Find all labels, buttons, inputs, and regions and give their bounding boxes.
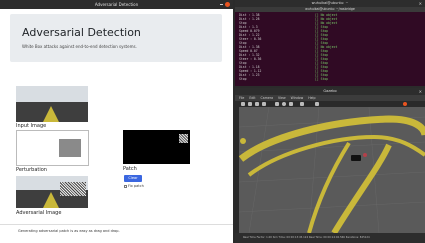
page-subtitle: White Box attacks against end-to-end det… <box>22 44 137 49</box>
clear-patch-button[interactable]: Clear Patch <box>124 175 142 187</box>
adversarial-detection-window: Adversarial Detection Adversarial Detect… <box>0 0 233 243</box>
menu-item-help[interactable]: Help <box>308 96 315 100</box>
input-image-label: Input Image <box>16 123 47 129</box>
menu-item-view[interactable]: View <box>278 96 286 100</box>
adversarial-patch-overlay <box>60 182 86 196</box>
terminal-line: Stop <box>239 77 247 81</box>
terminal-window[interactable]: wuhuikai@ubuntu: ~ ✕ wuhuikai@ubuntu: ~/… <box>235 0 425 86</box>
minimize-icon[interactable] <box>220 4 223 5</box>
patch-canvas[interactable] <box>123 130 190 164</box>
menu-item-file[interactable]: File <box>239 96 244 100</box>
box-shape-icon[interactable] <box>275 102 279 106</box>
gazebo-titlebar[interactable]: Gazebo ✕ <box>235 88 425 95</box>
gazebo-window[interactable]: Gazebo ✕ File Edit Camera View Window Help <box>235 88 425 243</box>
gazebo-title: Gazebo <box>323 89 337 93</box>
close-icon[interactable] <box>225 2 230 7</box>
adversarial-image-label: Adversarial Image <box>16 210 62 216</box>
menu-item-edit[interactable]: Edit <box>249 96 255 100</box>
stop-sign-model <box>363 153 367 157</box>
menu-item-camera[interactable]: Camera <box>261 96 274 100</box>
page-title: Adversarial Detection <box>22 26 141 39</box>
checkbox-icon[interactable] <box>124 184 127 188</box>
light-icon[interactable] <box>300 102 304 106</box>
rotate-tool-icon[interactable] <box>255 102 259 106</box>
perturbation-canvas[interactable] <box>16 130 89 166</box>
gazebo-3d-viewport[interactable] <box>239 107 425 233</box>
perturbation-label: Perturbation <box>16 167 47 173</box>
menu-item-window[interactable]: Window <box>291 96 304 100</box>
window-titlebar[interactable]: Adversarial Detection <box>0 0 233 9</box>
gazebo-status-bar: Real Time Factor: 1.00 Sim Time: 00 00:1… <box>235 233 425 243</box>
terminal-output-right: [] No object[] No object[] No object[] S… <box>315 13 337 81</box>
hero-jumbotron: Adversarial Detection White Box attacks … <box>10 14 222 62</box>
screenshot-icon[interactable] <box>315 102 319 106</box>
input-image <box>16 86 88 122</box>
fix-patch-checkbox[interactable]: Fix patch <box>124 184 144 188</box>
sphere-shape-icon[interactable] <box>282 102 286 106</box>
terminal-output-left: Dist : 1.38 Dist : 1.28 Stop Dist : 1.3 Spee… <box>239 13 261 81</box>
cylinder-shape-icon[interactable] <box>289 102 293 106</box>
fix-patch-label: Fix patch <box>128 184 144 188</box>
adversarial-image <box>16 176 88 208</box>
footer-divider <box>0 224 233 225</box>
patch-label: Patch <box>123 166 137 172</box>
translate-tool-icon[interactable] <box>248 102 252 106</box>
patch-texture[interactable] <box>179 134 188 143</box>
terminal-tab[interactable]: wuhuikai@ubuntu: ~/rosbridge <box>235 7 425 12</box>
terminal-title: wuhuikai@ubuntu: ~ <box>311 1 349 5</box>
footer-text: Generating adversarial patch is as easy … <box>18 229 120 233</box>
car-model <box>351 155 361 161</box>
close-icon[interactable]: ✕ <box>419 89 422 94</box>
terminal-line: [] Stop <box>315 77 329 81</box>
terminal-titlebar[interactable]: wuhuikai@ubuntu: ~ ✕ <box>235 0 425 7</box>
record-icon[interactable] <box>403 102 407 106</box>
window-title: Adversarial Detection <box>94 2 139 7</box>
close-icon[interactable]: ✕ <box>419 1 422 6</box>
select-tool-icon[interactable] <box>241 102 245 106</box>
scale-tool-icon[interactable] <box>262 102 266 106</box>
track-scene <box>239 107 425 233</box>
perturbation-patch[interactable] <box>59 139 81 157</box>
